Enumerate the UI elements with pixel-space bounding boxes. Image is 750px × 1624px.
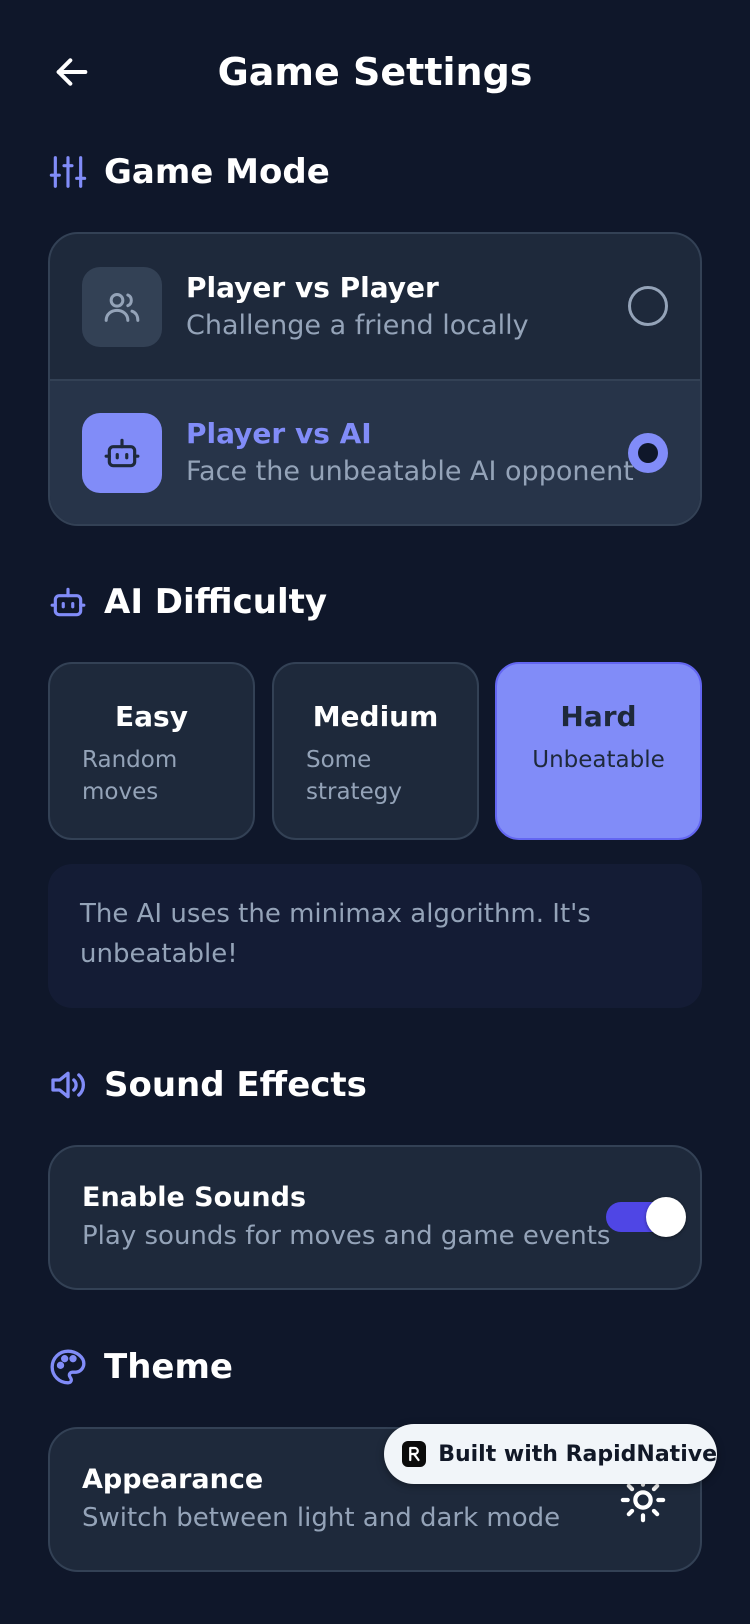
- radio-pva[interactable]: [628, 433, 668, 473]
- ai-difficulty-title: AI Difficulty: [104, 582, 328, 622]
- mode-option-pva[interactable]: Player vs AI Face the unbeatable AI oppo…: [50, 379, 700, 524]
- difficulty-hard[interactable]: Hard Unbeatable: [495, 662, 702, 840]
- sliders-icon: [49, 156, 87, 188]
- sound-effects-title: Sound Effects: [104, 1065, 367, 1105]
- theme-title: Theme: [104, 1347, 233, 1387]
- difficulty-title: Easy: [115, 700, 188, 733]
- difficulty-title: Medium: [312, 700, 439, 733]
- page-title: Game Settings: [217, 50, 533, 94]
- difficulty-title: Hard: [560, 700, 637, 733]
- sound-effects-header: Sound Effects: [48, 1057, 367, 1113]
- mode-subtitle: Challenge a friend locally: [186, 309, 529, 341]
- difficulty-subtitle: Some strategy: [306, 747, 402, 805]
- enable-sounds-row: Enable Sounds Play sounds for moves and …: [50, 1147, 700, 1288]
- settings-screen: Game Settings Game Mode Player vs Player…: [0, 0, 750, 1624]
- appearance-subtitle: Switch between light and dark mode: [82, 1503, 561, 1533]
- difficulty-info: The AI uses the minimax algorithm. It's …: [48, 864, 702, 1008]
- theme-header: Theme: [48, 1339, 233, 1395]
- sounds-toggle[interactable]: [606, 1197, 686, 1237]
- header: Game Settings: [0, 0, 750, 145]
- difficulty-easy[interactable]: Easy Random moves: [48, 662, 255, 840]
- mode-option-pvp[interactable]: Player vs Player Challenge a friend loca…: [50, 234, 700, 379]
- speaker-icon: [51, 1071, 86, 1099]
- mode-title: Player vs AI: [186, 416, 372, 450]
- radio-pvp[interactable]: [628, 286, 668, 326]
- game-mode-title: Game Mode: [104, 152, 330, 192]
- difficulty-subtitle: Random moves: [82, 747, 178, 805]
- difficulty-medium[interactable]: Medium Some strategy: [272, 662, 479, 840]
- game-mode-card: Player vs Player Challenge a friend loca…: [48, 232, 702, 526]
- rapidnative-logo-icon: [402, 1441, 427, 1467]
- ai-difficulty-header: AI Difficulty: [48, 574, 327, 630]
- difficulty-subtitle: Unbeatable: [532, 747, 665, 773]
- sound-card: Enable Sounds Play sounds for moves and …: [48, 1145, 702, 1290]
- mode-subtitle: Face the unbeatable AI opponent: [186, 455, 634, 487]
- users-icon: [104, 292, 140, 322]
- palette-icon: [50, 1349, 86, 1385]
- mode-title: Player vs Player: [186, 270, 439, 304]
- robot-icon: [50, 587, 86, 617]
- game-mode-header: Game Mode: [48, 144, 330, 200]
- toggle-knob: [646, 1197, 686, 1237]
- robot-icon: [104, 438, 140, 467]
- badge-text: Built with RapidNative: [438, 1441, 717, 1467]
- logo-mark-icon: [409, 1446, 420, 1462]
- built-with-badge[interactable]: Built with RapidNative: [384, 1424, 717, 1484]
